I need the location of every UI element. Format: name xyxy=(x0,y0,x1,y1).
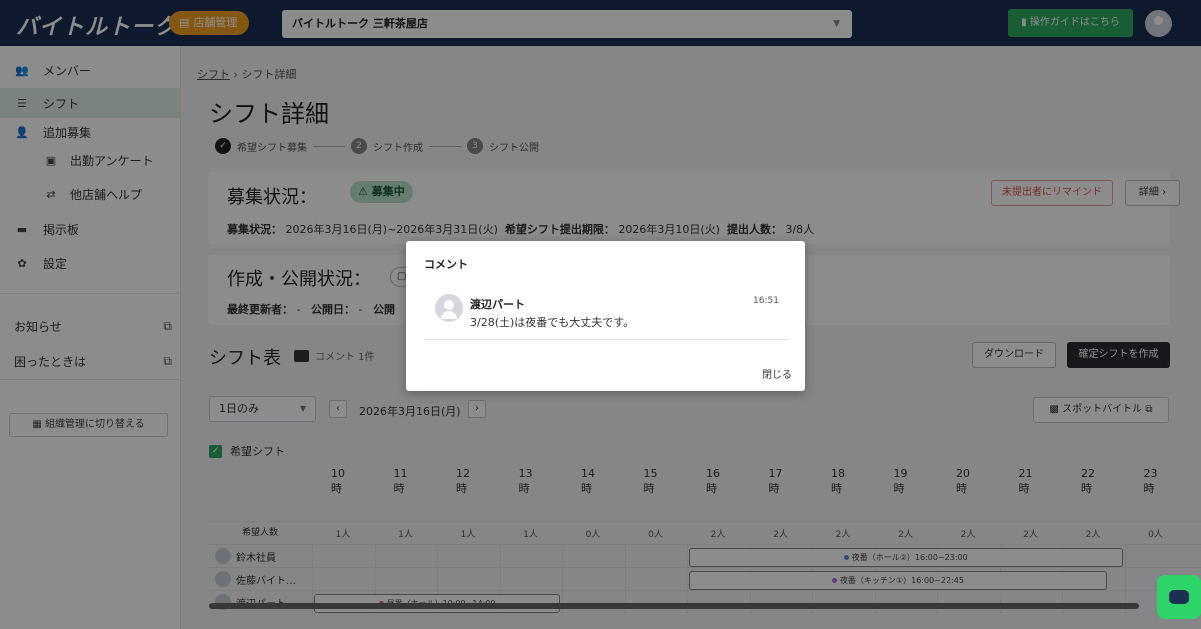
close-button[interactable]: 閉じる xyxy=(762,366,792,381)
comment-body: 3/28(土)は夜番でも大丈夫です。 xyxy=(470,316,635,329)
modal-title: コメント xyxy=(424,258,468,271)
comment-author: 渡辺パート xyxy=(470,298,525,311)
modal-divider xyxy=(424,339,789,340)
comment-modal: コメント 渡辺パート 16:51 3/28(土)は夜番でも大丈夫です。 閉じる xyxy=(406,241,805,391)
avatar xyxy=(435,294,463,322)
chat-button[interactable] xyxy=(1157,575,1201,619)
comment-time: 16:51 xyxy=(753,296,779,306)
